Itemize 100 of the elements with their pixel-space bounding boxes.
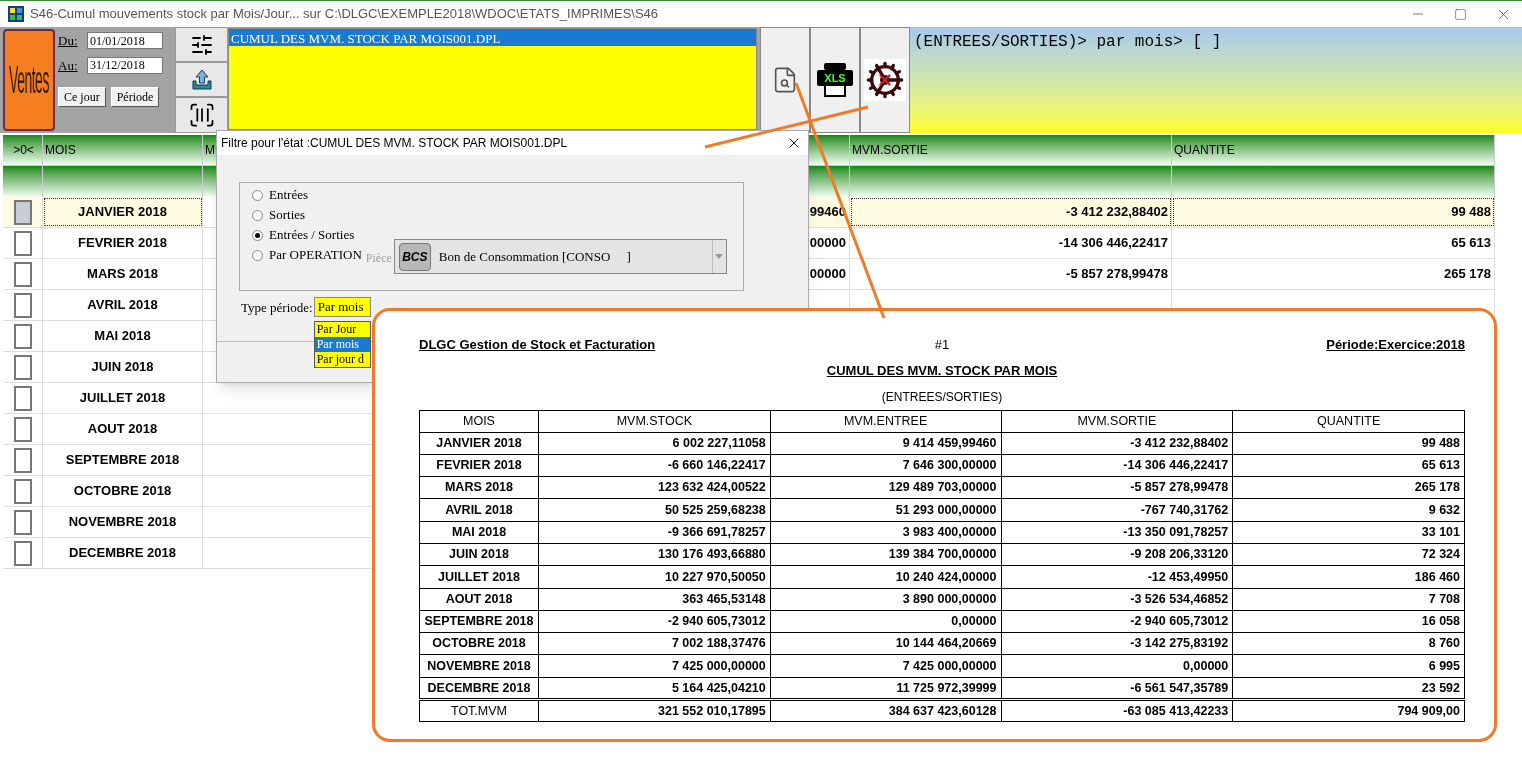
report-cell: 50 525 259,68238 <box>538 498 771 522</box>
report-cell: SEPTEMBRE 2018 <box>419 610 539 633</box>
date-label: Au: <box>58 56 79 75</box>
dialog-title: Filtre pour l'état :CUMUL DES MVM. STOCK PAR MOIS001.DPL <box>221 135 568 152</box>
grid-cell[interactable]: DECEMBRE 2018 <box>43 538 203 568</box>
grid-cell[interactable]: MARS 2018 <box>43 259 203 289</box>
report-cell: JUILLET 2018 <box>419 565 539 589</box>
report-cell: 0,00000 <box>1001 654 1233 678</box>
period-option[interactable]: Par jour d <box>314 352 370 367</box>
report-cell: 99 488 <box>1232 432 1465 455</box>
report-cell: -2 940 605,73012 <box>1001 610 1233 633</box>
toolbar-button[interactable]: Ce jour <box>58 87 106 107</box>
row-checkbox[interactable] <box>13 540 32 566</box>
report-cell: 33 101 <box>1232 521 1465 544</box>
report-total-cell: -63 085 413,42233 <box>1001 699 1233 722</box>
report-cell: DECEMBRE 2018 <box>419 677 539 700</box>
gear-icon <box>864 59 906 101</box>
report-cell: JUIN 2018 <box>419 543 539 566</box>
period-dropdown[interactable]: Par mois <box>313 297 371 317</box>
report-company: DLGC Gestion de Stock et Facturation <box>419 336 657 354</box>
toolbar-button[interactable]: Période <box>110 87 160 107</box>
radio-button[interactable] <box>252 229 263 241</box>
report-cell: 8 760 <box>1232 632 1465 655</box>
report-cell: 7 646 300,00000 <box>770 454 1001 477</box>
maximize-icon[interactable] <box>1454 7 1467 21</box>
report-header: MVM.STOCK <box>538 410 771 432</box>
row-checkbox[interactable] <box>13 230 32 256</box>
report-cell: FEVRIER 2018 <box>419 454 539 477</box>
row-checkbox[interactable] <box>13 323 32 349</box>
report-cell: -6 660 146,22417 <box>538 454 771 477</box>
report-header: QUANTITE <box>1232 410 1465 432</box>
report-period: Période:Exercice:2018 <box>1325 336 1465 354</box>
row-checkbox[interactable] <box>13 509 32 535</box>
report-cell: -13 350 091,78257 <box>1001 521 1233 544</box>
row-checkbox[interactable] <box>13 416 32 442</box>
column-header[interactable]: MVM.SORTIE <box>850 135 1172 165</box>
date-field[interactable]: 31/12/2018 <box>87 56 163 74</box>
report-cell: 16 058 <box>1232 610 1465 633</box>
report-cell: -3 142 275,83192 <box>1001 632 1233 655</box>
report-header: MVM.SORTIE <box>1001 410 1233 432</box>
window-title: S46-Cumul mouvements stock par Mois/Jour... sur C:\DLGC\EXEMPLE2018\WDOC\ETATS_IMPRIMES\S46 <box>30 5 659 24</box>
period-option[interactable]: Par Jour <box>314 322 370 337</box>
report-cell: 9 632 <box>1232 498 1465 522</box>
report-cell: -3 412 232,88402 <box>1001 432 1233 455</box>
tools-button[interactable] <box>860 27 910 133</box>
report-cell: -5 857 278,99478 <box>1001 476 1233 499</box>
report-cell: -9 208 206,33120 <box>1001 543 1233 566</box>
report-cell: 51 293 000,00000 <box>770 498 1001 522</box>
settings-button[interactable] <box>175 27 228 62</box>
report-cell: OCTOBRE 2018 <box>419 632 539 655</box>
report-cell: 65 613 <box>1232 454 1465 477</box>
column-header[interactable]: QUANTITE <box>1172 135 1495 165</box>
row-checkbox[interactable] <box>13 292 32 318</box>
grid-cell[interactable]: SEPTEMBRE 2018 <box>43 445 203 475</box>
upload-button[interactable] <box>175 62 228 97</box>
report-cell: 6 002 227,11058 <box>538 432 771 455</box>
export-button[interactable]: XLS <box>810 27 860 133</box>
column-header[interactable]: >0< <box>3 135 43 165</box>
grid-cell[interactable]: JANVIER 2018 <box>43 197 203 227</box>
grid-cell[interactable]: FEVRIER 2018 <box>43 228 203 258</box>
app-icon <box>8 6 24 22</box>
bcs-badge: BCS <box>398 242 431 271</box>
report-cell: JANVIER 2018 <box>419 432 539 455</box>
row-checkbox[interactable] <box>13 354 32 380</box>
report-cell: -3 526 534,46852 <box>1001 588 1233 611</box>
report-cell: -9 366 691,78257 <box>538 521 771 544</box>
report-page: #1 <box>933 336 951 354</box>
report-cell: 10 227 970,50050 <box>538 565 771 589</box>
column-header[interactable]: MOIS <box>43 135 203 165</box>
report-cell: NOVEMBRE 2018 <box>419 654 539 678</box>
grid-cell[interactable]: NOVEMBRE 2018 <box>43 507 203 537</box>
date-field[interactable]: 01/01/2018 <box>87 32 163 50</box>
radio-button[interactable] <box>252 249 263 261</box>
radio-label: Par OPERATION <box>269 246 362 265</box>
grid-cell[interactable]: AOUT 2018 <box>43 414 203 444</box>
report-cell: 3 890 000,00000 <box>770 588 1001 611</box>
grid-cell[interactable]: JUILLET 2018 <box>43 383 203 413</box>
report-list-item[interactable]: CUMUL DES MVM. STOCK PAR MOIS001.DPL <box>229 29 756 46</box>
grid-cell[interactable]: MAI 2018 <box>43 321 203 351</box>
report-cell: 7 708 <box>1232 588 1465 611</box>
row-checkbox[interactable] <box>13 199 32 225</box>
report-cell: 130 176 493,66880 <box>538 543 771 566</box>
grid-cell[interactable]: JUIN 2018 <box>43 352 203 382</box>
report-cell: 10 240 424,00000 <box>770 565 1001 589</box>
row-checkbox[interactable] <box>13 261 32 287</box>
report-cell: 265 178 <box>1232 476 1465 499</box>
grid-cell[interactable]: AVRIL 2018 <box>43 290 203 320</box>
period-option[interactable]: Par mois <box>314 337 370 352</box>
row-checkbox[interactable] <box>13 385 32 411</box>
grid-cell[interactable]: OCTOBRE 2018 <box>43 476 203 506</box>
radio-button[interactable] <box>252 189 263 201</box>
radio-button[interactable] <box>252 209 263 221</box>
barcode-button[interactable] <box>175 97 228 133</box>
upload-tray-icon <box>189 67 214 92</box>
preview-button[interactable] <box>760 27 810 133</box>
row-checkbox[interactable] <box>13 447 32 473</box>
report-cell: MAI 2018 <box>419 521 539 544</box>
ventes-button[interactable]: Ventes <box>3 29 55 131</box>
grid-cell: 65 613 <box>1172 228 1495 258</box>
row-checkbox[interactable] <box>13 478 32 504</box>
